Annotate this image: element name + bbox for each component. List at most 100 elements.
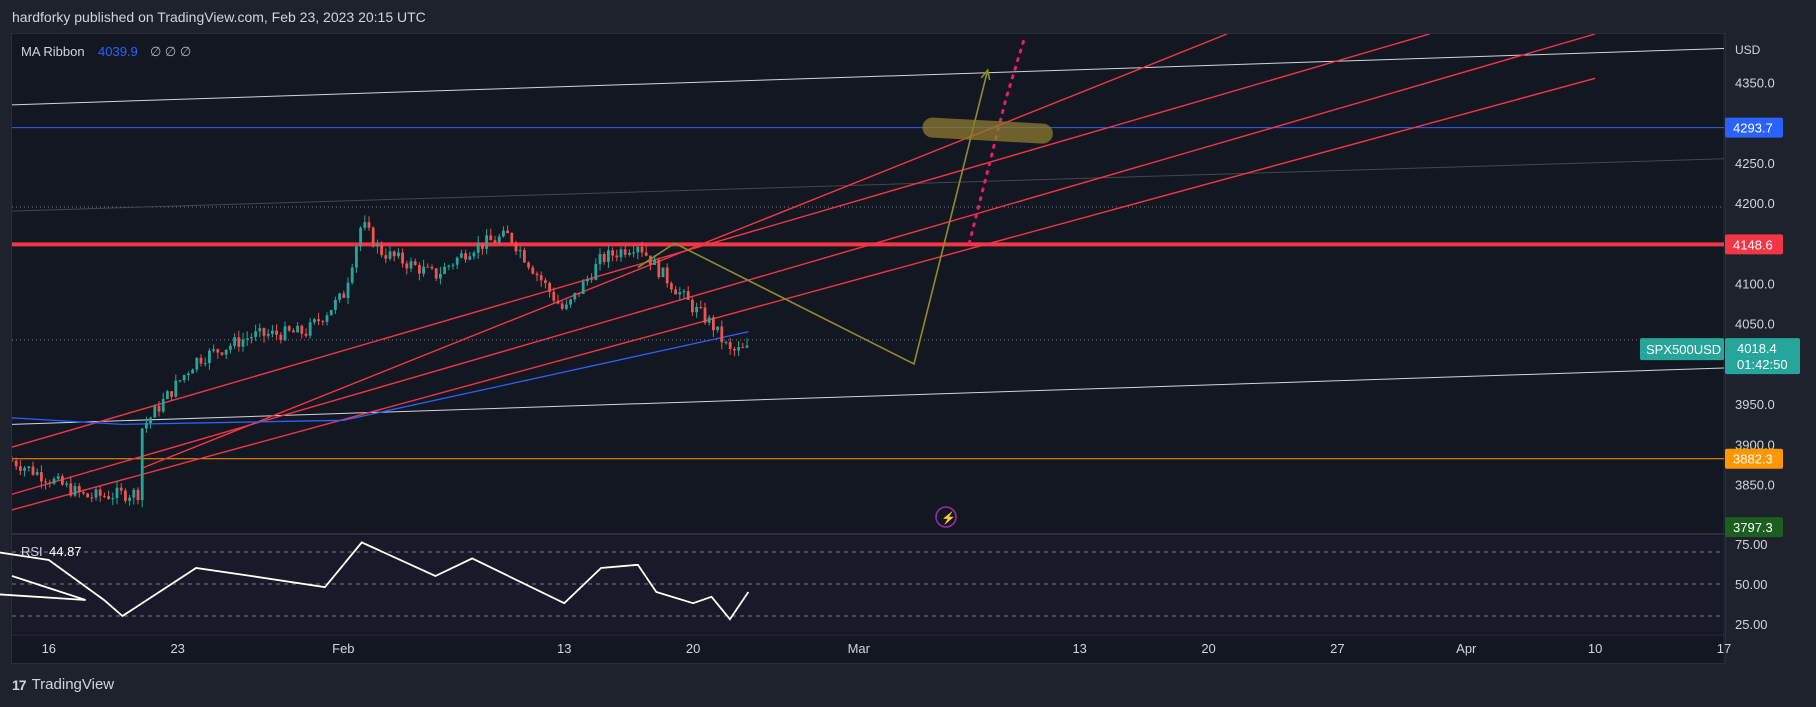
candle-body <box>712 317 715 331</box>
candle-body <box>73 485 77 496</box>
candle-body <box>707 317 711 323</box>
candle-body <box>359 227 362 247</box>
footer-brand[interactable]: TradingView <box>32 676 115 693</box>
price-tick-label: 4050.0 <box>1735 317 1775 332</box>
candle-body <box>413 261 417 266</box>
candle-body <box>254 331 257 338</box>
candle-body <box>149 417 152 424</box>
candle-body <box>464 253 467 260</box>
channel-line-3[interactable] <box>0 77 1596 525</box>
candle-body <box>460 253 463 258</box>
candle-body <box>245 338 249 340</box>
candle-body <box>724 342 728 344</box>
candle-body <box>598 254 602 264</box>
candle-body <box>82 492 85 494</box>
candle-body <box>691 299 694 313</box>
candle-body <box>455 257 459 265</box>
candle-body <box>128 497 131 501</box>
candle-body <box>178 380 182 382</box>
price-tick-label: 3950.0 <box>1735 397 1775 412</box>
candle-body <box>296 325 299 333</box>
candle-body <box>733 348 736 351</box>
footer: 17 TradingView <box>12 676 114 693</box>
candle-body <box>35 472 39 475</box>
candle-body <box>745 345 749 348</box>
countdown-text: 01:42:50 <box>1737 357 1788 372</box>
candle-body <box>229 345 232 350</box>
candle-body <box>325 315 329 322</box>
lightning-glyph: ⚡ <box>941 511 956 525</box>
time-tick-label: Feb <box>332 641 354 656</box>
candle-body <box>31 466 35 475</box>
candle-body <box>48 482 52 484</box>
candle-body <box>577 292 581 294</box>
candle-body <box>640 246 644 253</box>
candle-body <box>355 246 358 268</box>
candle-body <box>422 266 425 274</box>
candle-body <box>703 307 707 323</box>
candle-body <box>166 391 169 399</box>
projection-path[interactable] <box>637 70 989 366</box>
candle-body <box>485 235 488 249</box>
target-zone-highlight[interactable] <box>922 117 1053 144</box>
candle-body <box>581 281 585 294</box>
ma-ribbon-extra: ∅ ∅ ∅ <box>150 44 191 59</box>
candle-body <box>653 259 656 265</box>
candle-body <box>363 222 367 228</box>
chart-svg[interactable]: ⚡ MA Ribbon 4039.9 ∅ ∅ ∅ USD 4350.0 4250.0 4200… <box>0 0 1816 707</box>
candle-body <box>623 249 627 255</box>
time-tick-label: 20 <box>1201 641 1215 656</box>
candle-body <box>510 233 514 243</box>
time-tick-label: 17 <box>1717 641 1731 656</box>
candle-body <box>308 322 312 336</box>
tradingview-logo-icon[interactable]: 17 <box>12 677 27 693</box>
candle-body <box>661 267 665 278</box>
candle-body <box>665 267 669 284</box>
candle-body <box>476 242 480 253</box>
trend-line-2[interactable] <box>12 158 1724 212</box>
candle-body <box>371 227 375 247</box>
candle-body <box>430 266 434 269</box>
candle-body <box>161 398 165 412</box>
candle-body <box>271 330 274 334</box>
candle-body <box>119 487 123 491</box>
candle-body <box>699 306 703 308</box>
time-tick-label: 23 <box>170 641 184 656</box>
candle-body <box>304 333 308 336</box>
candle-body <box>539 275 543 281</box>
trend-line-0[interactable] <box>12 47 1724 106</box>
symbol-label-text: SPX500USD <box>1646 342 1721 357</box>
candle-body <box>191 369 194 374</box>
channel-line-1[interactable] <box>0 34 1430 501</box>
candle-body <box>720 326 724 343</box>
candle-body <box>103 495 106 497</box>
candle-body <box>132 489 136 498</box>
candle-body <box>216 349 220 353</box>
candle-body <box>317 319 320 322</box>
trend-line-1[interactable] <box>12 367 1724 425</box>
candle-body <box>569 299 572 305</box>
rsi-tick-label: 75.00 <box>1735 537 1768 552</box>
candle-body <box>535 273 539 276</box>
candle-body <box>695 306 698 313</box>
price-tick-label: 4250.0 <box>1735 156 1775 171</box>
candle-body <box>493 240 497 243</box>
candle-body <box>275 330 278 335</box>
candle-body <box>279 334 283 341</box>
candle-body <box>220 352 224 355</box>
rsi-value: 44.87 <box>49 544 82 559</box>
candle-body <box>401 252 404 264</box>
rsi-tick-label: 50.00 <box>1735 577 1768 592</box>
candle-body <box>115 487 119 499</box>
candle-body <box>321 321 325 323</box>
candle-body <box>346 282 350 298</box>
candle-body <box>56 476 60 479</box>
ma-ribbon-value: 4039.9 <box>98 44 138 59</box>
price-tick-label: 3850.0 <box>1735 478 1775 493</box>
candle-body <box>287 326 291 331</box>
candle-body <box>250 337 253 339</box>
price-tick-label: 4100.0 <box>1735 277 1775 292</box>
candle-body <box>594 263 598 280</box>
candle-body <box>145 423 148 429</box>
candle-body <box>607 250 610 262</box>
